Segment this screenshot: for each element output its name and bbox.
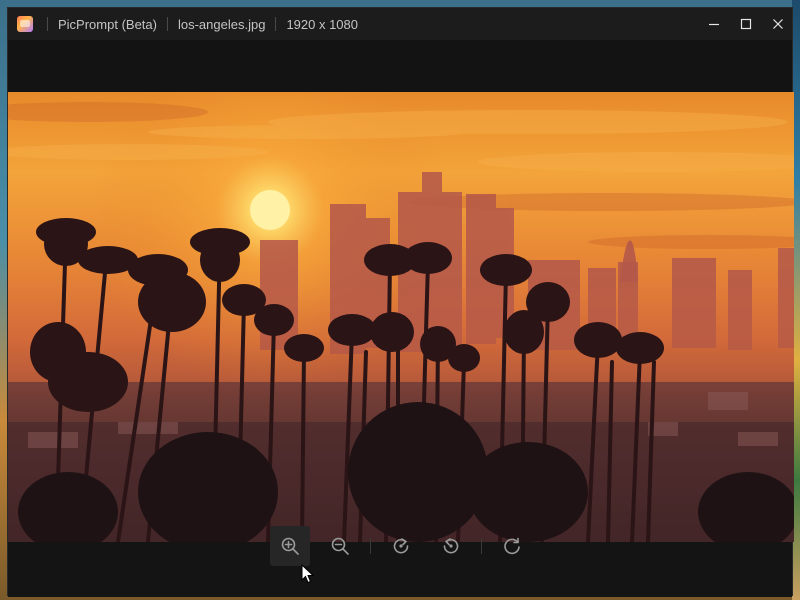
close-button[interactable] (762, 8, 794, 40)
reset-button[interactable] (492, 526, 532, 566)
title-separator (275, 17, 277, 31)
zoom-in-icon (281, 537, 299, 555)
reset-icon (504, 537, 520, 555)
zoom-out-button[interactable] (320, 526, 360, 566)
toolbar-separator (370, 538, 371, 554)
rotate-left-icon (443, 538, 459, 554)
rotate-left-button[interactable] (431, 526, 471, 566)
rotate-right-button[interactable] (381, 526, 421, 566)
los-angeles-photo (8, 92, 794, 542)
top-toolbar-area (8, 40, 792, 92)
image-dimensions: 1920 x 1080 (286, 16, 359, 32)
title-separator (47, 17, 48, 31)
title-bar[interactable]: PicPrompt (Beta) los-angeles.jpg 1920 x … (8, 8, 792, 40)
minimize-icon (709, 23, 719, 26)
image-toolbar (270, 526, 542, 566)
app-logo-icon (17, 16, 33, 32)
file-name: los-angeles.jpg (177, 16, 266, 32)
title-separator (166, 17, 168, 31)
zoom-out-icon (331, 537, 349, 555)
close-icon (773, 19, 783, 29)
maximize-button[interactable] (730, 8, 762, 40)
toolbar-separator (481, 538, 482, 554)
minimize-button[interactable] (698, 8, 730, 40)
app-title: PicPrompt (Beta) (58, 16, 157, 32)
zoom-in-button[interactable] (270, 526, 310, 566)
rotate-right-icon (393, 538, 409, 554)
app-window: PicPrompt (Beta) los-angeles.jpg 1920 x … (7, 7, 794, 597)
mouse-cursor-icon (301, 564, 315, 584)
maximize-icon (740, 18, 752, 30)
image-viewer[interactable] (8, 92, 794, 542)
